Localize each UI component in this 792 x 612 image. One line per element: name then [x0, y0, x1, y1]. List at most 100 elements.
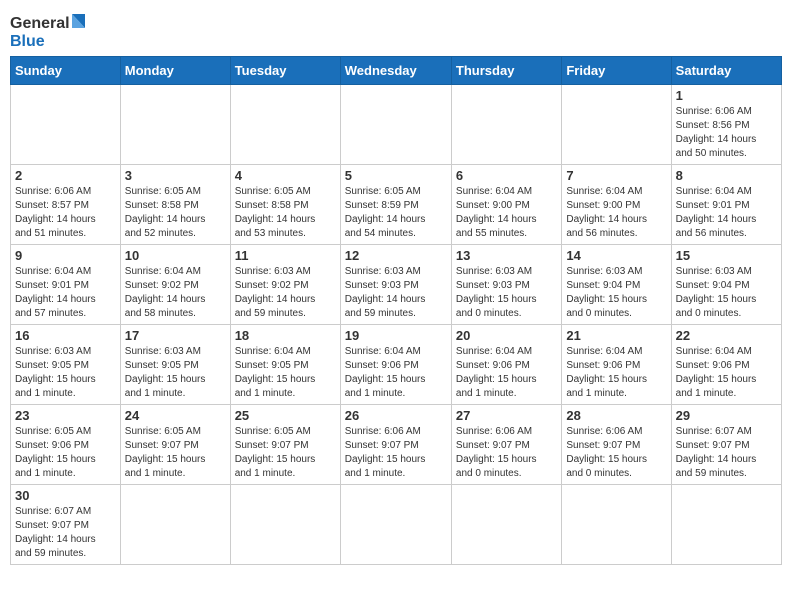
day-info: Sunrise: 6:05 AM Sunset: 8:59 PM Dayligh…: [345, 185, 447, 241]
day-cell: [451, 485, 561, 565]
day-info: Sunrise: 6:04 AM Sunset: 9:01 PM Dayligh…: [15, 265, 116, 321]
day-cell: [451, 85, 561, 165]
weekday-header-thursday: Thursday: [451, 57, 561, 85]
day-info: Sunrise: 6:04 AM Sunset: 9:06 PM Dayligh…: [345, 345, 447, 401]
day-number: 12: [345, 248, 447, 263]
week-row-5: 23 Sunrise: 6:05 AM Sunset: 9:06 PM Dayli…: [11, 405, 782, 485]
day-number: 9: [15, 248, 116, 263]
day-cell: 12 Sunrise: 6:03 AM Sunset: 9:03 PM Dayli…: [340, 245, 451, 325]
day-number: 28: [566, 408, 666, 423]
day-cell: 3 Sunrise: 6:05 AM Sunset: 8:58 PM Daylig…: [120, 165, 230, 245]
day-info: Sunrise: 6:06 AM Sunset: 9:07 PM Dayligh…: [456, 425, 557, 481]
day-info: Sunrise: 6:05 AM Sunset: 9:07 PM Dayligh…: [235, 425, 336, 481]
day-info: Sunrise: 6:06 AM Sunset: 9:07 PM Dayligh…: [566, 425, 666, 481]
day-number: 7: [566, 168, 666, 183]
day-cell: 30 Sunrise: 6:07 AM Sunset: 9:07 PM Dayli…: [11, 485, 121, 565]
day-info: Sunrise: 6:06 AM Sunset: 8:57 PM Dayligh…: [15, 185, 116, 241]
day-info: Sunrise: 6:04 AM Sunset: 9:00 PM Dayligh…: [456, 185, 557, 241]
day-cell: [562, 485, 671, 565]
day-cell: 29Sunrise: 6:07 AM Sunset: 9:07 PM Dayli…: [671, 405, 781, 485]
generalblue-logo-icon: GeneralBlue: [10, 10, 90, 50]
weekday-header-saturday: Saturday: [671, 57, 781, 85]
day-cell: 14Sunrise: 6:03 AM Sunset: 9:04 PM Dayli…: [562, 245, 671, 325]
week-row-4: 16 Sunrise: 6:03 AM Sunset: 9:05 PM Dayli…: [11, 325, 782, 405]
svg-text:Blue: Blue: [10, 33, 45, 50]
day-cell: [562, 85, 671, 165]
day-cell: 8 Sunrise: 6:04 AM Sunset: 9:01 PM Daylig…: [671, 165, 781, 245]
day-cell: [340, 85, 451, 165]
day-info: Sunrise: 6:04 AM Sunset: 9:06 PM Dayligh…: [676, 345, 777, 401]
week-row-3: 9 Sunrise: 6:04 AM Sunset: 9:01 PM Daylig…: [11, 245, 782, 325]
day-cell: [340, 485, 451, 565]
week-row-6: 30 Sunrise: 6:07 AM Sunset: 9:07 PM Dayli…: [11, 485, 782, 565]
day-info: Sunrise: 6:04 AM Sunset: 9:05 PM Dayligh…: [235, 345, 336, 401]
day-cell: 10Sunrise: 6:04 AM Sunset: 9:02 PM Dayli…: [120, 245, 230, 325]
weekday-header-wednesday: Wednesday: [340, 57, 451, 85]
day-info: Sunrise: 6:03 AM Sunset: 9:03 PM Dayligh…: [456, 265, 557, 321]
day-number: 21: [566, 328, 666, 343]
day-info: Sunrise: 6:07 AM Sunset: 9:07 PM Dayligh…: [15, 505, 116, 561]
day-number: 30: [15, 488, 116, 503]
day-number: 8: [676, 168, 777, 183]
day-cell: 22 Sunrise: 6:04 AM Sunset: 9:06 PM Dayli…: [671, 325, 781, 405]
day-number: 27: [456, 408, 557, 423]
day-number: 18: [235, 328, 336, 343]
day-cell: 2Sunrise: 6:06 AM Sunset: 8:57 PM Daylig…: [11, 165, 121, 245]
day-info: Sunrise: 6:07 AM Sunset: 9:07 PM Dayligh…: [676, 425, 777, 481]
svg-text:General: General: [10, 15, 70, 32]
day-cell: [671, 485, 781, 565]
day-cell: 19Sunrise: 6:04 AM Sunset: 9:06 PM Dayli…: [340, 325, 451, 405]
day-info: Sunrise: 6:03 AM Sunset: 9:02 PM Dayligh…: [235, 265, 336, 321]
day-cell: 26 Sunrise: 6:06 AM Sunset: 9:07 PM Dayli…: [340, 405, 451, 485]
day-number: 26: [345, 408, 447, 423]
day-number: 20: [456, 328, 557, 343]
day-number: 23: [15, 408, 116, 423]
day-info: Sunrise: 6:04 AM Sunset: 9:06 PM Dayligh…: [456, 345, 557, 401]
day-number: 22: [676, 328, 777, 343]
day-info: Sunrise: 6:04 AM Sunset: 9:01 PM Dayligh…: [676, 185, 777, 241]
day-number: 11: [235, 248, 336, 263]
day-info: Sunrise: 6:03 AM Sunset: 9:04 PM Dayligh…: [676, 265, 777, 321]
calendar-table: SundayMondayTuesdayWednesdayThursdayFrid…: [10, 56, 782, 565]
day-info: Sunrise: 6:03 AM Sunset: 9:05 PM Dayligh…: [125, 345, 226, 401]
day-cell: 11 Sunrise: 6:03 AM Sunset: 9:02 PM Dayli…: [230, 245, 340, 325]
weekday-header-friday: Friday: [562, 57, 671, 85]
day-info: Sunrise: 6:05 AM Sunset: 9:07 PM Dayligh…: [125, 425, 226, 481]
day-cell: 15Sunrise: 6:03 AM Sunset: 9:04 PM Dayli…: [671, 245, 781, 325]
day-number: 25: [235, 408, 336, 423]
day-cell: 17 Sunrise: 6:03 AM Sunset: 9:05 PM Dayli…: [120, 325, 230, 405]
day-cell: 9 Sunrise: 6:04 AM Sunset: 9:01 PM Daylig…: [11, 245, 121, 325]
week-row-1: 1Sunrise: 6:06 AM Sunset: 8:56 PM Daylig…: [11, 85, 782, 165]
day-info: Sunrise: 6:03 AM Sunset: 9:03 PM Dayligh…: [345, 265, 447, 321]
day-info: Sunrise: 6:04 AM Sunset: 9:06 PM Dayligh…: [566, 345, 666, 401]
day-cell: [11, 85, 121, 165]
logo: GeneralBlue: [10, 10, 90, 50]
day-number: 24: [125, 408, 226, 423]
day-cell: 6Sunrise: 6:04 AM Sunset: 9:00 PM Daylig…: [451, 165, 561, 245]
day-cell: 18 Sunrise: 6:04 AM Sunset: 9:05 PM Dayli…: [230, 325, 340, 405]
day-number: 16: [15, 328, 116, 343]
day-number: 3: [125, 168, 226, 183]
day-cell: 13Sunrise: 6:03 AM Sunset: 9:03 PM Dayli…: [451, 245, 561, 325]
weekday-header-row: SundayMondayTuesdayWednesdayThursdayFrid…: [11, 57, 782, 85]
day-cell: [120, 485, 230, 565]
day-cell: 20 Sunrise: 6:04 AM Sunset: 9:06 PM Dayli…: [451, 325, 561, 405]
day-cell: 25 Sunrise: 6:05 AM Sunset: 9:07 PM Dayli…: [230, 405, 340, 485]
day-info: Sunrise: 6:05 AM Sunset: 9:06 PM Dayligh…: [15, 425, 116, 481]
week-row-2: 2Sunrise: 6:06 AM Sunset: 8:57 PM Daylig…: [11, 165, 782, 245]
day-number: 17: [125, 328, 226, 343]
day-info: Sunrise: 6:06 AM Sunset: 9:07 PM Dayligh…: [345, 425, 447, 481]
day-number: 10: [125, 248, 226, 263]
day-info: Sunrise: 6:05 AM Sunset: 8:58 PM Dayligh…: [125, 185, 226, 241]
weekday-header-sunday: Sunday: [11, 57, 121, 85]
day-number: 4: [235, 168, 336, 183]
day-info: Sunrise: 6:03 AM Sunset: 9:04 PM Dayligh…: [566, 265, 666, 321]
day-cell: 21 Sunrise: 6:04 AM Sunset: 9:06 PM Dayli…: [562, 325, 671, 405]
day-cell: 27 Sunrise: 6:06 AM Sunset: 9:07 PM Dayli…: [451, 405, 561, 485]
weekday-header-tuesday: Tuesday: [230, 57, 340, 85]
day-number: 5: [345, 168, 447, 183]
day-cell: 16Sunrise: 6:03 AM Sunset: 9:05 PM Dayli…: [11, 325, 121, 405]
weekday-header-monday: Monday: [120, 57, 230, 85]
day-cell: [230, 85, 340, 165]
day-cell: [120, 85, 230, 165]
